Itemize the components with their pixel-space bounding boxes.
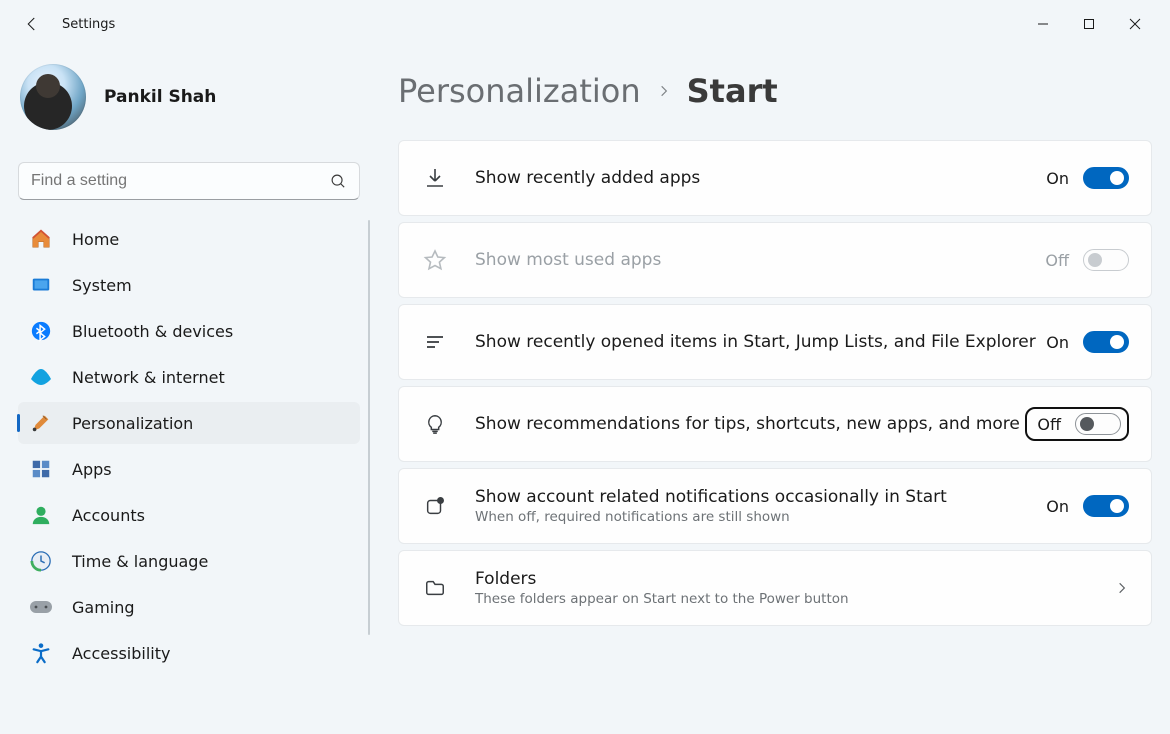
sidebar-item-time[interactable]: Time & language	[18, 540, 360, 582]
sidebar-item-gaming[interactable]: Gaming	[18, 586, 360, 628]
toggle-state: On	[1046, 333, 1069, 352]
setting-subtitle: These folders appear on Start next to th…	[475, 591, 1115, 607]
sidebar-item-accounts[interactable]: Accounts	[18, 494, 360, 536]
toggle-state: On	[1046, 497, 1069, 516]
maximize-button[interactable]	[1066, 8, 1112, 40]
toggle-state: Off	[1045, 251, 1069, 270]
avatar[interactable]	[20, 64, 86, 130]
notification-icon	[421, 492, 449, 520]
search-icon	[330, 173, 347, 190]
apps-icon	[28, 456, 54, 482]
sidebar-item-accessibility[interactable]: Accessibility	[18, 632, 360, 674]
sidebar-item-network[interactable]: Network & internet	[18, 356, 360, 398]
list-icon	[421, 328, 449, 356]
setting-title: Show most used apps	[475, 250, 1045, 270]
sidebar-item-home[interactable]: Home	[18, 218, 360, 260]
username[interactable]: Pankil Shah	[104, 87, 216, 107]
sidebar-item-label: Home	[72, 230, 119, 249]
sidebar-item-label: Personalization	[72, 414, 193, 433]
setting-subtitle: When off, required notifications are sti…	[475, 509, 1046, 525]
folder-icon	[421, 574, 449, 602]
breadcrumb: Personalization Start	[398, 72, 1152, 110]
star-icon	[421, 246, 449, 274]
highlighted-toggle: Off	[1025, 407, 1129, 441]
setting-title: Show recently added apps	[475, 168, 1046, 188]
sidebar-item-personalization[interactable]: Personalization	[18, 402, 360, 444]
home-icon	[28, 226, 54, 252]
chevron-right-icon	[657, 84, 671, 98]
setting-recent-items[interactable]: Show recently opened items in Start, Jum…	[398, 304, 1152, 380]
system-icon	[28, 272, 54, 298]
toggle-state: On	[1046, 169, 1069, 188]
toggle-switch[interactable]	[1083, 331, 1129, 353]
gaming-icon	[28, 594, 54, 620]
sidebar-item-label: Apps	[72, 460, 112, 479]
download-icon	[421, 164, 449, 192]
sidebar-item-label: Accounts	[72, 506, 145, 525]
toggle-switch[interactable]	[1083, 495, 1129, 517]
sidebar-item-label: System	[72, 276, 132, 295]
sidebar-item-label: Time & language	[72, 552, 208, 571]
back-button[interactable]	[12, 4, 52, 44]
setting-account-notifications[interactable]: Show account related notifications occas…	[398, 468, 1152, 544]
setting-title: Show recommendations for tips, shortcuts…	[475, 414, 1025, 434]
lightbulb-icon	[421, 410, 449, 438]
search-input[interactable]	[18, 162, 360, 200]
setting-most-used: Show most used apps Off	[398, 222, 1152, 298]
setting-title: Folders	[475, 569, 1115, 589]
breadcrumb-parent[interactable]: Personalization	[398, 72, 641, 110]
bluetooth-icon	[28, 318, 54, 344]
setting-title: Show recently opened items in Start, Jum…	[475, 332, 1046, 352]
personalization-icon	[28, 410, 54, 436]
toggle-switch	[1083, 249, 1129, 271]
setting-folders[interactable]: Folders These folders appear on Start ne…	[398, 550, 1152, 626]
accounts-icon	[28, 502, 54, 528]
time-icon	[28, 548, 54, 574]
sidebar-item-system[interactable]: System	[18, 264, 360, 306]
toggle-switch[interactable]	[1075, 413, 1121, 435]
toggle-state: Off	[1037, 415, 1061, 434]
sidebar-item-label: Accessibility	[72, 644, 170, 663]
breadcrumb-current: Start	[687, 72, 778, 110]
sidebar-item-label: Gaming	[72, 598, 135, 617]
setting-recently-added[interactable]: Show recently added apps On	[398, 140, 1152, 216]
nav-scrollbar[interactable]	[368, 220, 370, 635]
minimize-button[interactable]	[1020, 8, 1066, 40]
app-title: Settings	[62, 17, 115, 32]
close-button[interactable]	[1112, 8, 1158, 40]
search-field[interactable]	[31, 172, 330, 190]
accessibility-icon	[28, 640, 54, 666]
network-icon	[28, 364, 54, 390]
setting-recommendations[interactable]: Show recommendations for tips, shortcuts…	[398, 386, 1152, 462]
toggle-switch[interactable]	[1083, 167, 1129, 189]
sidebar-item-label: Bluetooth & devices	[72, 322, 233, 341]
setting-title: Show account related notifications occas…	[475, 487, 1046, 507]
chevron-right-icon	[1115, 581, 1129, 595]
sidebar-item-bluetooth[interactable]: Bluetooth & devices	[18, 310, 360, 352]
sidebar-item-label: Network & internet	[72, 368, 225, 387]
sidebar-item-apps[interactable]: Apps	[18, 448, 360, 490]
